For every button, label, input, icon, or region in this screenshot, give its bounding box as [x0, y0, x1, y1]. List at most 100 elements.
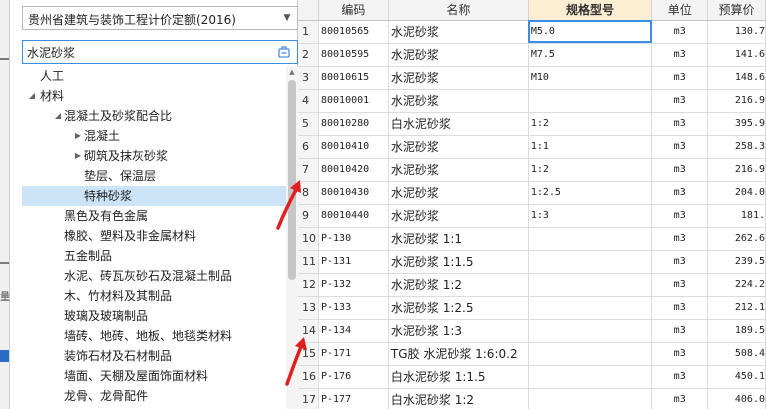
row-number[interactable]: 15 [298, 342, 319, 366]
cell-price[interactable]: 450.1 [707, 365, 766, 389]
row-number[interactable]: 7 [298, 158, 319, 182]
table-row[interactable]: 4 80010001 水泥砂浆 m3 216.9 [298, 89, 766, 113]
cell-price[interactable]: 148.6 [707, 66, 766, 90]
row-number[interactable]: 11 [298, 250, 319, 274]
cell-name[interactable]: 水泥砂浆 [388, 181, 529, 205]
table-row[interactable]: 10 P-130 水泥砂浆 1:1 m3 262.6 [298, 227, 766, 251]
table-row[interactable]: 11 P-131 水泥砂浆 1:1.5 m3 239.5 [298, 250, 766, 274]
tree-item[interactable]: 玻璃及玻璃制品 [22, 306, 286, 326]
cell-code[interactable]: P-176 [318, 365, 389, 389]
row-number[interactable]: 8 [298, 181, 319, 205]
cell-price[interactable]: 239.5 [707, 250, 766, 274]
table-row[interactable]: 9 80010440 水泥砂浆 1:3 m3 181. [298, 204, 766, 228]
cell-price[interactable]: 212.1 [707, 296, 766, 320]
cell-unit[interactable]: m3 [651, 319, 709, 343]
cell-name[interactable]: 水泥砂浆 [388, 158, 529, 182]
cell-unit[interactable]: m3 [651, 365, 709, 389]
quota-selector[interactable]: 贵州省建筑与装饰工程计价定额(2016) ▼ [22, 6, 298, 30]
cell-name[interactable]: TG胶 水泥砂浆 1:6:0.2 [388, 342, 529, 366]
tree-item[interactable]: 墙面、天棚及屋面饰面材料 [22, 366, 286, 386]
cell-spec[interactable]: 1:2.5 [528, 181, 653, 205]
cell-unit[interactable]: m3 [651, 227, 709, 251]
cell-spec[interactable] [528, 227, 653, 251]
cell-spec[interactable]: 1:1 [528, 135, 653, 159]
cell-spec[interactable]: M7.5 [528, 43, 653, 67]
cell-code[interactable]: P-130 [318, 227, 389, 251]
cell-unit[interactable]: m3 [651, 158, 709, 182]
tree-item[interactable]: 水泥、砖瓦灰砂石及混凝土制品 [22, 266, 286, 286]
cell-price[interactable]: 181. [707, 204, 766, 228]
table-row[interactable]: 13 P-133 水泥砂浆 1:2.5 m3 212.1 [298, 296, 766, 320]
cell-spec[interactable]: M10 [528, 66, 653, 90]
cell-name[interactable]: 白水泥砂浆 1:2 [388, 388, 529, 409]
tree-item[interactable]: 人工 [22, 66, 286, 86]
tree-item[interactable]: ◢ 材料 [22, 86, 286, 106]
cell-code[interactable]: P-131 [318, 250, 389, 274]
cell-spec[interactable]: 1:2 [528, 112, 653, 136]
cell-spec[interactable] [528, 250, 653, 274]
cell-code[interactable]: 80010280 [318, 112, 389, 136]
cell-unit[interactable]: m3 [651, 43, 709, 67]
cell-price[interactable]: 216.9 [707, 89, 766, 113]
dropdown-arrow-icon[interactable]: ▼ [281, 12, 293, 24]
filter-icon[interactable] [276, 44, 292, 60]
tree-item[interactable]: 墙砖、地砖、地板、地毯类材料 [22, 326, 286, 346]
cell-spec[interactable]: 1:2 [528, 158, 653, 182]
header-price[interactable]: 预算价 [707, 0, 766, 21]
cell-code[interactable]: P-132 [318, 273, 389, 297]
cell-name[interactable]: 水泥砂浆 1:1.5 [388, 250, 529, 274]
cell-unit[interactable]: m3 [651, 20, 709, 44]
cell-unit[interactable]: m3 [651, 66, 709, 90]
cell-unit[interactable]: m3 [651, 296, 709, 320]
table-row[interactable]: 5 80010280 白水泥砂浆 1:2 m3 395.9 [298, 112, 766, 136]
cell-name[interactable]: 水泥砂浆 [388, 66, 529, 90]
row-number[interactable]: 3 [298, 66, 319, 90]
cell-code[interactable]: 80010001 [318, 89, 389, 113]
row-number[interactable]: 1 [298, 20, 319, 44]
collapse-arrow-icon[interactable]: ◢ [52, 106, 64, 126]
tree-scrollbar[interactable]: ▲ [286, 66, 298, 409]
cell-price[interactable]: 130.7 [707, 20, 766, 44]
cell-unit[interactable]: m3 [651, 204, 709, 228]
cell-name[interactable]: 水泥砂浆 [388, 89, 529, 113]
row-number[interactable]: 4 [298, 89, 319, 113]
table-row[interactable]: 14 P-134 水泥砂浆 1:3 m3 189.5 [298, 319, 766, 343]
cell-unit[interactable]: m3 [651, 89, 709, 113]
cell-spec[interactable] [528, 319, 653, 343]
cell-spec[interactable] [528, 388, 653, 409]
cell-spec[interactable] [528, 365, 653, 389]
cell-unit[interactable]: m3 [651, 342, 709, 366]
table-row[interactable]: 2 80010595 水泥砂浆 M7.5 m3 141.6 [298, 43, 766, 67]
cell-spec[interactable] [528, 296, 653, 320]
row-number[interactable]: 14 [298, 319, 319, 343]
cell-code[interactable]: P-171 [318, 342, 389, 366]
cell-name[interactable]: 水泥砂浆 1:2.5 [388, 296, 529, 320]
row-number[interactable]: 2 [298, 43, 319, 67]
row-number[interactable]: 17 [298, 388, 319, 409]
cell-unit[interactable]: m3 [651, 112, 709, 136]
cell-spec[interactable] [528, 89, 653, 113]
tree-item[interactable]: 木、竹材料及其制品 [22, 286, 286, 306]
search-input[interactable] [27, 43, 267, 61]
table-row[interactable]: 17 P-177 白水泥砂浆 1:2 m3 406.0 [298, 388, 766, 409]
cell-price[interactable]: 258.3 [707, 135, 766, 159]
cell-name[interactable]: 白水泥砂浆 [388, 112, 529, 136]
tree-item[interactable]: 垫层、保温层 [22, 166, 286, 186]
cell-code[interactable]: 80010420 [318, 158, 389, 182]
cell-price[interactable]: 189.5 [707, 319, 766, 343]
cell-unit[interactable]: m3 [651, 250, 709, 274]
cell-code[interactable]: P-134 [318, 319, 389, 343]
tree-item[interactable]: 特种砂浆 [22, 186, 286, 206]
cell-code[interactable]: 80010595 [318, 43, 389, 67]
expand-arrow-icon[interactable]: ▶ [72, 126, 84, 146]
tree-item[interactable]: 黑色及有色金属 [22, 206, 286, 226]
scrollbar-thumb[interactable] [288, 80, 296, 280]
expand-arrow-icon[interactable]: ▶ [72, 146, 84, 166]
row-number[interactable]: 9 [298, 204, 319, 228]
tree-item[interactable]: 装饰石材及石材制品 [22, 346, 286, 366]
row-number[interactable]: 6 [298, 135, 319, 159]
table-row[interactable]: 15 P-171 TG胶 水泥砂浆 1:6:0.2 m3 508.4 [298, 342, 766, 366]
cell-unit[interactable]: m3 [651, 135, 709, 159]
table-row[interactable]: 12 P-132 水泥砂浆 1:2 m3 224.2 [298, 273, 766, 297]
table-row[interactable]: 1 80010565 水泥砂浆 M5.0 m3 130.7 [298, 20, 766, 44]
